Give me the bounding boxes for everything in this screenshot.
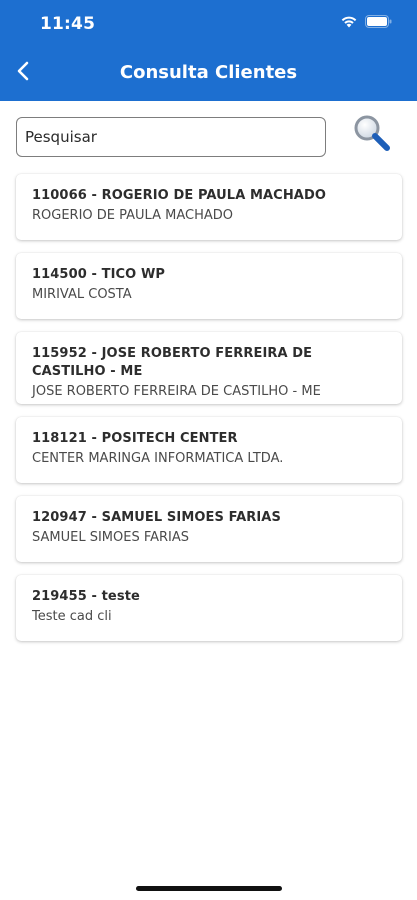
client-card[interactable]: 219455 - teste Teste cad cli <box>16 575 402 641</box>
client-company-name: MIRIVAL COSTA <box>32 287 132 302</box>
nav-bar: Consulta Clientes <box>0 50 417 96</box>
search-row <box>0 101 417 171</box>
client-code-name: 115952 - JOSE ROBERTO FERREIRA DE CASTIL… <box>32 346 313 379</box>
page-title: Consulta Clientes <box>119 62 298 83</box>
status-bar: 11:45 <box>0 0 417 46</box>
client-card[interactable]: 115952 - JOSE ROBERTO FERREIRA DE CASTIL… <box>16 332 402 404</box>
client-list: 110066 - ROGERIO DE PAULA MACHADO ROGERIO… <box>16 174 402 654</box>
client-company-name: JOSE ROBERTO FERREIRA DE CASTILHO - ME <box>32 384 321 399</box>
client-company-name: Teste cad cli <box>32 609 112 624</box>
status-icons <box>340 15 392 28</box>
search-button[interactable] <box>350 113 394 157</box>
client-company-name: CENTER MARINGA INFORMATICA LTDA. <box>32 451 284 466</box>
app-header: 11:45 Consulta Clientes <box>0 0 417 101</box>
client-card[interactable]: 110066 - ROGERIO DE PAULA MACHADO ROGERIO… <box>16 174 402 240</box>
client-code-name: 118121 - POSITECH CENTER <box>32 431 238 446</box>
client-company-name: ROGERIO DE PAULA MACHADO <box>32 208 233 223</box>
client-code-name: 219455 - teste <box>32 589 140 604</box>
client-card[interactable]: 120947 - SAMUEL SIMOES FARIAS SAMUEL SIMO… <box>16 496 402 562</box>
client-card[interactable]: 118121 - POSITECH CENTER CENTER MARINGA I… <box>16 417 402 483</box>
client-code-name: 110066 - ROGERIO DE PAULA MACHADO <box>32 188 326 203</box>
search-input[interactable] <box>16 117 326 157</box>
wifi-icon <box>340 15 358 28</box>
client-code-name: 114500 - TICO WP <box>32 267 166 282</box>
home-indicator[interactable] <box>136 886 282 891</box>
battery-icon <box>365 15 392 28</box>
client-card[interactable]: 114500 - TICO WP MIRIVAL COSTA <box>16 253 402 319</box>
status-time: 11:45 <box>40 14 96 34</box>
client-company-name: SAMUEL SIMOES FARIAS <box>32 530 190 545</box>
client-code-name: 120947 - SAMUEL SIMOES FARIAS <box>32 510 281 525</box>
search-icon <box>352 113 392 158</box>
